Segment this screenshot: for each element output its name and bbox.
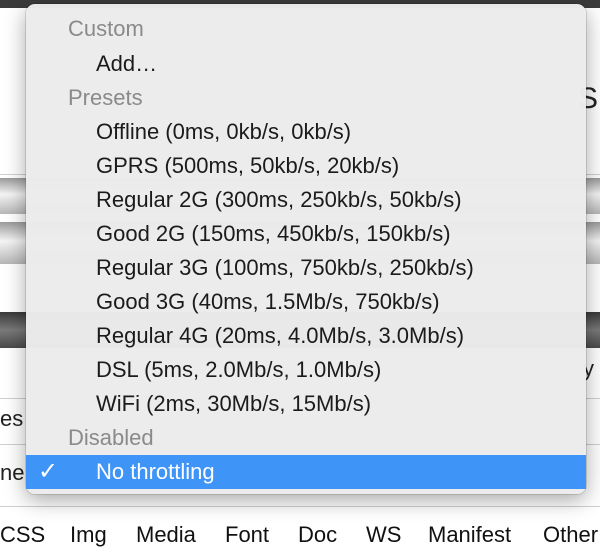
menu-item-add-custom[interactable]: Add… bbox=[26, 47, 586, 81]
menu-section-header-custom: Custom bbox=[68, 16, 144, 41]
filter-css[interactable]: CSS bbox=[0, 522, 45, 548]
menu-item-preset-regular-3g[interactable]: Regular 3G (100ms, 750kb/s, 250kb/s) bbox=[26, 251, 586, 285]
network-throttling-menu: Custom Add… Presets Offline (0ms, 0kb/s,… bbox=[26, 4, 586, 494]
background-text-fragment: es bbox=[0, 406, 24, 431]
filter-media[interactable]: Media bbox=[136, 522, 196, 548]
resource-type-filter-bar: CSS Img Media Font Doc WS Manifest Other bbox=[0, 514, 600, 547]
filter-ws[interactable]: WS bbox=[366, 522, 401, 548]
filter-manifest[interactable]: Manifest bbox=[428, 522, 511, 548]
menu-section-header-disabled: Disabled bbox=[68, 425, 154, 450]
menu-item-preset-good-2g[interactable]: Good 2G (150ms, 450kb/s, 150kb/s) bbox=[26, 217, 586, 251]
filter-other[interactable]: Other bbox=[543, 522, 598, 548]
filter-doc[interactable]: Doc bbox=[298, 522, 337, 548]
menu-item-preset-regular-4g[interactable]: Regular 4G (20ms, 4.0Mb/s, 3.0Mb/s) bbox=[26, 319, 586, 353]
filter-img[interactable]: Img bbox=[70, 522, 107, 548]
menu-item-preset-dsl[interactable]: DSL (5ms, 2.0Mb/s, 1.0Mb/s) bbox=[26, 353, 586, 387]
filter-font[interactable]: Font bbox=[225, 522, 269, 548]
menu-item-preset-wifi[interactable]: WiFi (2ms, 30Mb/s, 15Mb/s) bbox=[26, 387, 586, 421]
divider bbox=[0, 506, 600, 507]
checkmark-icon: ✓ bbox=[38, 458, 59, 485]
menu-item-preset-regular-2g[interactable]: Regular 2G (300ms, 250kb/s, 50kb/s) bbox=[26, 183, 586, 217]
menu-item-preset-offline[interactable]: Offline (0ms, 0kb/s, 0kb/s) bbox=[26, 115, 586, 149]
menu-item-preset-good-3g[interactable]: Good 3G (40ms, 1.5Mb/s, 750kb/s) bbox=[26, 285, 586, 319]
menu-item-no-throttling[interactable]: ✓ No throttling bbox=[26, 455, 586, 489]
menu-item-preset-gprs[interactable]: GPRS (500ms, 50kb/s, 20kb/s) bbox=[26, 149, 586, 183]
background-text-fragment: ne bbox=[0, 460, 25, 485]
menu-section-header-presets: Presets bbox=[68, 85, 143, 110]
